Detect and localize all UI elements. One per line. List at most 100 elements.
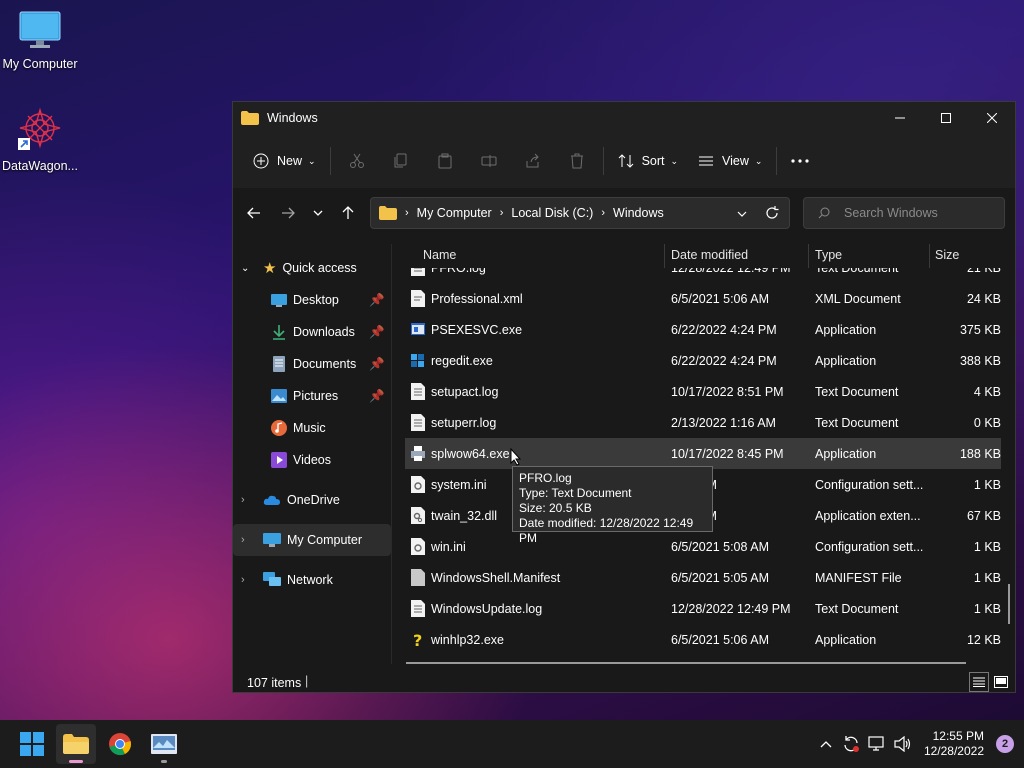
pane-divider[interactable] <box>391 244 392 664</box>
file-row[interactable]: regedit.exe 6/22/2022 4:24 PM Application 3… <box>405 345 1001 376</box>
ini-file-icon <box>411 476 425 493</box>
pin-icon: 📌 <box>369 356 385 371</box>
file-name: PSEXESVC.exe <box>431 322 523 337</box>
large-icons-view-button[interactable] <box>991 672 1011 692</box>
file-row[interactable]: WindowsShell.Manifest 6/5/2021 5:05 AM MAN… <box>405 562 1001 593</box>
delete-button[interactable] <box>555 145 599 177</box>
column-separator[interactable] <box>664 244 665 268</box>
breadcrumb-local-disk[interactable]: Local Disk (C:) <box>511 206 593 220</box>
desktop-icon-label: DataWagon... <box>2 159 78 173</box>
system-tray: 12:55 PM 12/28/2022 2 <box>814 720 1024 768</box>
nav-label: Desktop <box>293 293 339 307</box>
file-row[interactable]: setuperr.log 2/13/2022 1:16 AM Text Docume… <box>405 407 1001 438</box>
clock[interactable]: 12:55 PM 12/28/2022 <box>924 729 984 759</box>
column-header-name[interactable]: Name <box>423 248 456 262</box>
nav-item-documents[interactable]: Documents 📌 <box>233 348 391 380</box>
vertical-scrollbar[interactable] <box>1008 584 1010 624</box>
address-bar[interactable]: › My Computer › Local Disk (C:) › Window… <box>370 197 790 229</box>
file-date: 10/17/2022 8:51 PM <box>671 384 784 399</box>
file-date: 12/28/2022 12:49 PM <box>671 601 791 616</box>
address-dropdown-button[interactable] <box>737 206 747 220</box>
close-button[interactable] <box>969 102 1015 134</box>
file-type: Application <box>815 632 877 647</box>
paste-button[interactable] <box>423 145 467 177</box>
file-list: Name ⌃ Date modified Type Size PFRO.log 1… <box>405 244 1001 664</box>
nav-item-videos[interactable]: Videos <box>233 444 391 476</box>
taskbar-chrome[interactable] <box>100 724 140 764</box>
column-header-size[interactable]: Size <box>935 248 959 262</box>
sort-button[interactable]: Sort ⌄ <box>608 145 688 177</box>
folder-icon <box>379 206 397 220</box>
column-separator[interactable] <box>808 244 809 268</box>
desktop-icon-datawagon[interactable]: DataWagon... <box>0 106 80 173</box>
nav-network[interactable]: › Network <box>233 564 391 596</box>
refresh-button[interactable] <box>765 206 779 223</box>
pin-icon: 📌 <box>369 324 385 339</box>
column-header-date[interactable]: Date modified <box>671 248 748 262</box>
file-row[interactable]: WindowsUpdate.log 12/28/2022 12:49 PM Text… <box>405 593 1001 624</box>
nav-label: Network <box>287 573 333 587</box>
file-name: winhlp32.exe <box>431 632 504 647</box>
maximize-button[interactable] <box>923 102 969 134</box>
desktop-icon-my-computer[interactable]: My Computer <box>0 10 80 71</box>
title-bar[interactable]: Windows <box>233 102 1015 134</box>
breadcrumb-my-computer[interactable]: My Computer <box>417 206 492 220</box>
column-separator[interactable] <box>929 244 930 268</box>
nav-my-computer[interactable]: › My Computer <box>233 524 391 556</box>
up-button[interactable] <box>331 196 365 230</box>
nav-label: Music <box>293 421 326 435</box>
nav-item-desktop[interactable]: Desktop 📌 <box>233 284 391 316</box>
file-date: 6/5/2021 5:05 AM <box>671 570 769 585</box>
forward-button[interactable] <box>271 196 305 230</box>
search-placeholder: Search Windows <box>844 206 938 220</box>
file-size: 12 KB <box>966 632 1001 647</box>
minimize-button[interactable] <box>877 102 923 134</box>
view-list-icon <box>699 156 714 166</box>
details-view-button[interactable] <box>969 672 989 692</box>
file-row[interactable]: splwow64.exe 10/17/2022 8:45 PM Applicatio… <box>405 438 1001 469</box>
back-button[interactable] <box>237 196 271 230</box>
file-name: win.ini <box>431 539 466 554</box>
share-button[interactable] <box>511 145 555 177</box>
file-name: WindowsUpdate.log <box>431 601 543 616</box>
taskbar-file-explorer[interactable] <box>56 724 96 764</box>
more-options-button[interactable] <box>781 145 819 177</box>
copy-button[interactable] <box>379 145 423 177</box>
nav-item-downloads[interactable]: Downloads 📌 <box>233 316 391 348</box>
sync-status-button[interactable] <box>838 735 864 753</box>
view-button[interactable]: View ⌄ <box>688 145 772 177</box>
rename-button[interactable] <box>467 145 511 177</box>
file-name: twain_32.dll <box>431 508 498 523</box>
pin-icon: 📌 <box>369 292 385 307</box>
more-icon <box>791 159 810 163</box>
ini-file-icon <box>411 538 425 555</box>
file-row[interactable]: setupact.log 10/17/2022 8:51 PM Text Docum… <box>405 376 1001 407</box>
breadcrumb-windows[interactable]: Windows <box>613 206 664 220</box>
search-input[interactable]: Search Windows <box>803 197 1005 229</box>
file-row[interactable]: ? winhlp32.exe 6/5/2021 5:06 AM Application… <box>405 624 1001 655</box>
volume-button[interactable] <box>890 736 916 752</box>
new-button[interactable]: New ⌄ <box>243 145 326 177</box>
nav-label: Pictures <box>293 389 339 403</box>
doc-file-icon <box>411 290 425 307</box>
cut-button[interactable] <box>335 145 379 177</box>
column-header-type[interactable]: Type <box>815 248 842 262</box>
nav-item-pictures[interactable]: Pictures 📌 <box>233 380 391 412</box>
taskbar-app[interactable] <box>144 724 184 764</box>
show-hidden-icons-button[interactable] <box>814 740 838 748</box>
nav-onedrive[interactable]: › OneDrive <box>233 484 391 516</box>
start-button[interactable] <box>12 724 52 764</box>
file-type: Configuration sett... <box>815 477 924 492</box>
nav-label: Downloads <box>293 325 355 339</box>
network-status-button[interactable] <box>864 736 890 752</box>
file-row[interactable]: Professional.xml 6/5/2021 5:06 AM XML Docu… <box>405 283 1001 314</box>
close-icon <box>987 113 997 123</box>
nav-quick-access[interactable]: ⌄ ★ Quick access <box>233 252 391 284</box>
file-type: Application <box>815 446 877 461</box>
nav-item-music[interactable]: Music <box>233 412 391 444</box>
horizontal-scrollbar[interactable] <box>406 662 966 664</box>
file-type: Text Document <box>815 415 899 430</box>
recent-locations-button[interactable] <box>301 196 335 230</box>
file-row[interactable]: PSEXESVC.exe 6/22/2022 4:24 PM Application… <box>405 314 1001 345</box>
notification-badge[interactable]: 2 <box>996 735 1014 753</box>
